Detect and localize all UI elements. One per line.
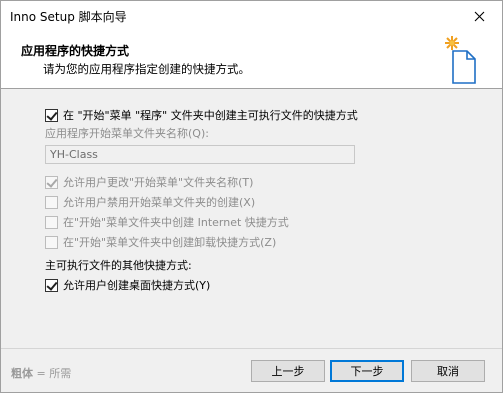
next-button[interactable]: 下一步 [330,360,404,382]
back-button[interactable]: 上一步 [251,360,325,382]
wizard-header: 应用程序的快捷方式 请为您的应用程序指定创建的快捷方式。 [1,31,502,89]
allow-change-folder-checkbox[interactable]: 允许用户更改"开始菜单"文件夹名称(T) [45,174,253,190]
allow-disable-folder-checkbox[interactable]: 允许用户禁用开始菜单文件夹的创建(X) [45,194,255,210]
checkbox-box[interactable] [45,278,58,292]
uninstall-shortcut-checkbox[interactable]: 在"开始"菜单文件夹中创建卸载快捷方式(Z) [45,234,276,250]
cancel-button[interactable]: 取消 [411,360,485,382]
start-menu-shortcut-checkbox[interactable]: 在 "开始"菜单 "程序" 文件夹中创建主可执行文件的快捷方式 [45,107,358,123]
checkbox-box[interactable] [45,175,58,189]
desktop-shortcut-checkbox[interactable]: 允许用户创建桌面快捷方式(Y) [45,277,210,293]
footer-divider [1,348,502,349]
folder-name-label: 应用程序开始菜单文件夹名称(Q): [45,127,209,140]
close-icon [474,11,484,21]
close-button[interactable] [456,1,502,31]
title-bar: Inno Setup 脚本向导 [1,1,502,31]
page-subtitle: 请为您的应用程序指定创建的快捷方式。 [43,62,250,76]
folder-name-input[interactable]: YH-Class [45,145,355,164]
checkbox-box[interactable] [45,235,58,249]
required-legend: 粗体 = 所需 [11,365,71,381]
allow-change-folder-label: 允许用户更改"开始菜单"文件夹名称(T) [63,176,254,189]
window-title: Inno Setup 脚本向导 [10,10,127,24]
checkbox-box[interactable] [45,215,58,229]
required-legend-bold: 粗体 [11,367,33,380]
internet-shortcut-checkbox[interactable]: 在"开始"菜单文件夹中创建 Internet 快捷方式 [45,214,289,230]
allow-disable-folder-label: 允许用户禁用开始菜单文件夹的创建(X) [63,196,256,209]
page-title: 应用程序的快捷方式 [21,44,130,58]
uninstall-shortcut-label: 在"开始"菜单文件夹中创建卸载快捷方式(Z) [63,236,277,249]
other-shortcuts-label: 主可执行文件的其他快捷方式: [45,259,192,272]
internet-shortcut-label: 在"开始"菜单文件夹中创建 Internet 快捷方式 [63,216,289,229]
required-legend-text: = 所需 [33,367,72,380]
checkbox-box[interactable] [45,195,58,209]
start-menu-shortcut-label: 在 "开始"菜单 "程序" 文件夹中创建主可执行文件的快捷方式 [63,109,358,122]
checkbox-box[interactable] [45,108,58,122]
desktop-shortcut-label: 允许用户创建桌面快捷方式(Y) [63,279,211,292]
options-panel: 在 "开始"菜单 "程序" 文件夹中创建主可执行文件的快捷方式 应用程序开始菜单… [1,90,502,348]
wizard-window: Inno Setup 脚本向导 应用程序的快捷方式 请为您的应用程序指定创建的快… [0,0,503,393]
new-document-icon [445,36,476,84]
